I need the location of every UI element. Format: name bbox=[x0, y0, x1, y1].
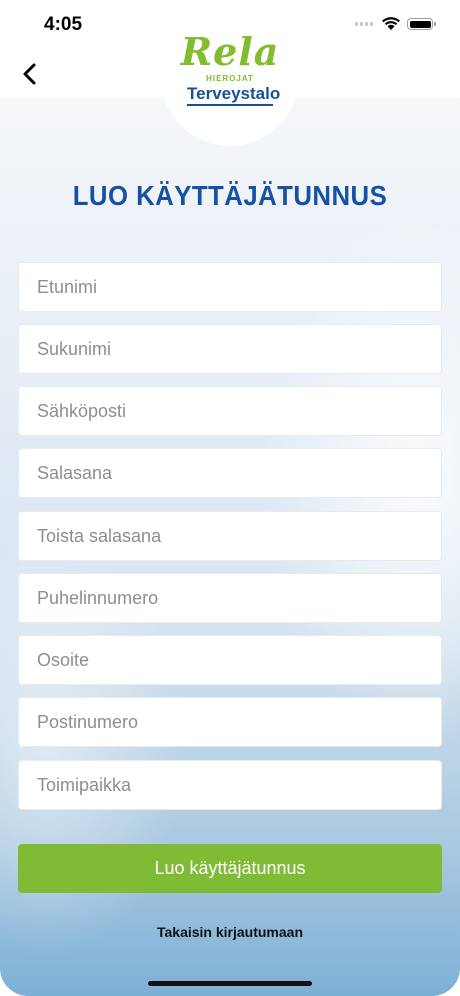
signal-icon bbox=[355, 22, 375, 28]
status-icons bbox=[355, 16, 436, 32]
wifi-icon bbox=[382, 17, 400, 30]
page-title: LUO KÄYTTÄJÄTUNNUS bbox=[72, 180, 388, 211]
back-to-login-link[interactable]: Takaisin kirjautumaan bbox=[0, 924, 460, 940]
status-time: 4:05 bbox=[44, 14, 83, 35]
back-chevron-icon[interactable] bbox=[18, 60, 42, 88]
brand-logo: Rela HIEROJAT Terveystalo bbox=[172, 32, 288, 106]
battery-icon bbox=[407, 18, 436, 30]
brand-name: Rela bbox=[180, 29, 280, 74]
postal-code-input[interactable] bbox=[18, 697, 442, 747]
repeat-password-input[interactable] bbox=[18, 511, 442, 561]
city-input[interactable] bbox=[18, 760, 442, 810]
password-input[interactable] bbox=[18, 448, 442, 498]
brand-subtitle: HIEROJAT bbox=[206, 74, 254, 83]
create-account-button[interactable]: Luo käyttäjätunnus bbox=[18, 844, 442, 893]
first-name-input[interactable] bbox=[18, 262, 442, 312]
brand-partner: Terveystalo bbox=[187, 85, 280, 106]
phone-input[interactable] bbox=[18, 573, 442, 623]
app-screen: 4:05 Rela HIEROJAT Terveystalo LUO KÄYTT… bbox=[0, 0, 460, 996]
address-input[interactable] bbox=[18, 635, 442, 685]
email-input[interactable] bbox=[18, 386, 442, 436]
home-indicator bbox=[148, 981, 312, 986]
last-name-input[interactable] bbox=[18, 324, 442, 374]
